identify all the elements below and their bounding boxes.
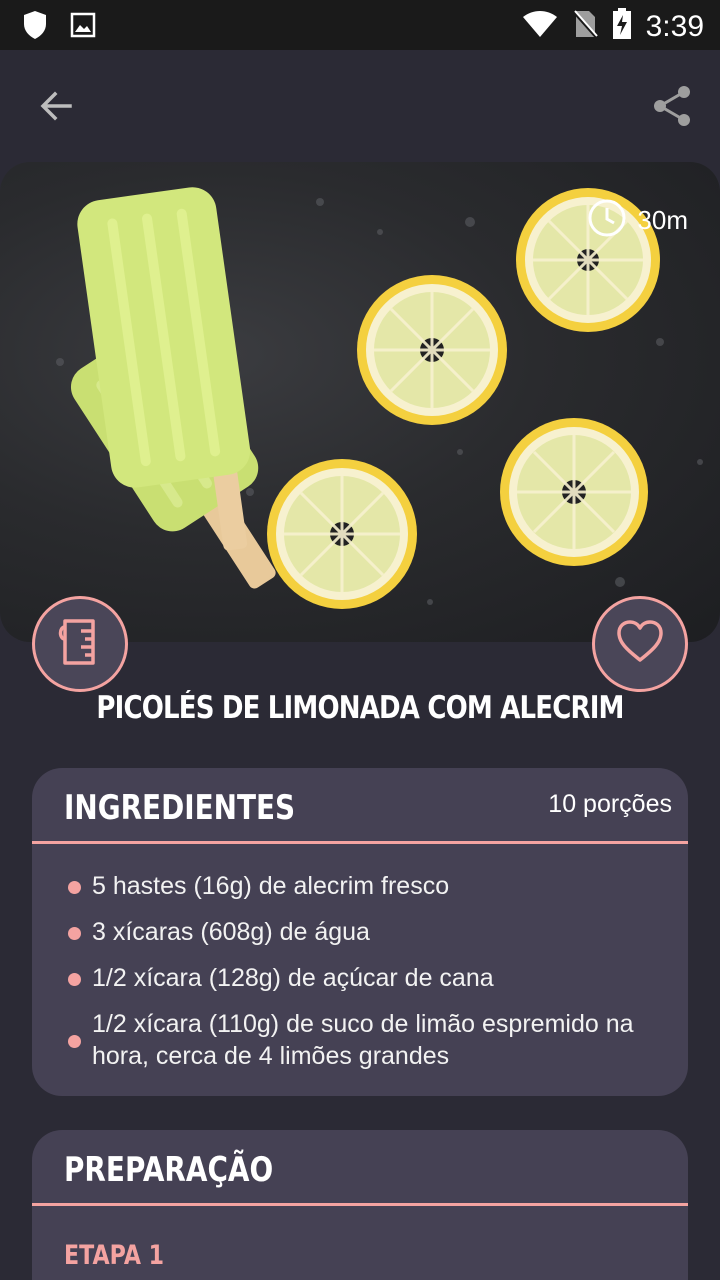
ingredient-item: 1/2 xícara (128g) de açúcar de cana (68, 962, 648, 994)
measuring-cup-icon (57, 617, 103, 672)
no-sim-icon (571, 9, 598, 44)
heart-icon (616, 619, 664, 669)
measure-button[interactable] (32, 596, 128, 692)
prep-time: 30m (637, 205, 688, 235)
preparation-header: PREPARAÇÃO (32, 1130, 688, 1206)
preparation-title: PREPARAÇÃO (64, 1150, 274, 1190)
share-icon (652, 84, 692, 133)
wifi-icon (522, 10, 558, 43)
ingredients-list: 5 hastes (16g) de alecrim fresco 3 xícar… (32, 844, 688, 1072)
preparation-card: PREPARAÇÃO ETAPA 1 (32, 1130, 688, 1280)
bullet-icon (68, 881, 81, 894)
status-bar: 3:39 (0, 0, 720, 50)
bullet-icon (68, 1035, 81, 1048)
image-icon (70, 12, 96, 43)
step-label: ETAPA 1 (64, 1240, 165, 1271)
battery-charging-icon (612, 8, 632, 45)
app-bar (0, 50, 720, 162)
shield-icon (22, 10, 48, 45)
servings-count: 10 porções (548, 790, 672, 818)
recipe-photo: 30m (0, 162, 720, 642)
ingredients-title: INGREDIENTES (64, 788, 296, 828)
ingredients-header: INGREDIENTES 10 porções (32, 768, 688, 844)
bullet-icon (68, 927, 81, 940)
recipe-title: PICOLÉS DE LIMONADA COM ALECRIM (96, 690, 624, 726)
clock-icon (587, 198, 627, 243)
prep-time-badge: 30m (587, 198, 688, 243)
arrow-back-icon (39, 89, 73, 128)
back-button[interactable] (30, 82, 82, 134)
ingredient-item: 3 xícaras (608g) de água (68, 916, 648, 948)
bullet-icon (68, 973, 81, 986)
ingredient-item: 5 hastes (16g) de alecrim fresco (68, 870, 648, 902)
share-button[interactable] (644, 80, 700, 136)
favorite-button[interactable] (592, 596, 688, 692)
ingredients-card: INGREDIENTES 10 porções 5 hastes (16g) d… (32, 768, 688, 1096)
status-time: 3:39 (645, 9, 704, 43)
ingredient-item: 1/2 xícara (110g) de suco de limão espre… (68, 1008, 648, 1072)
